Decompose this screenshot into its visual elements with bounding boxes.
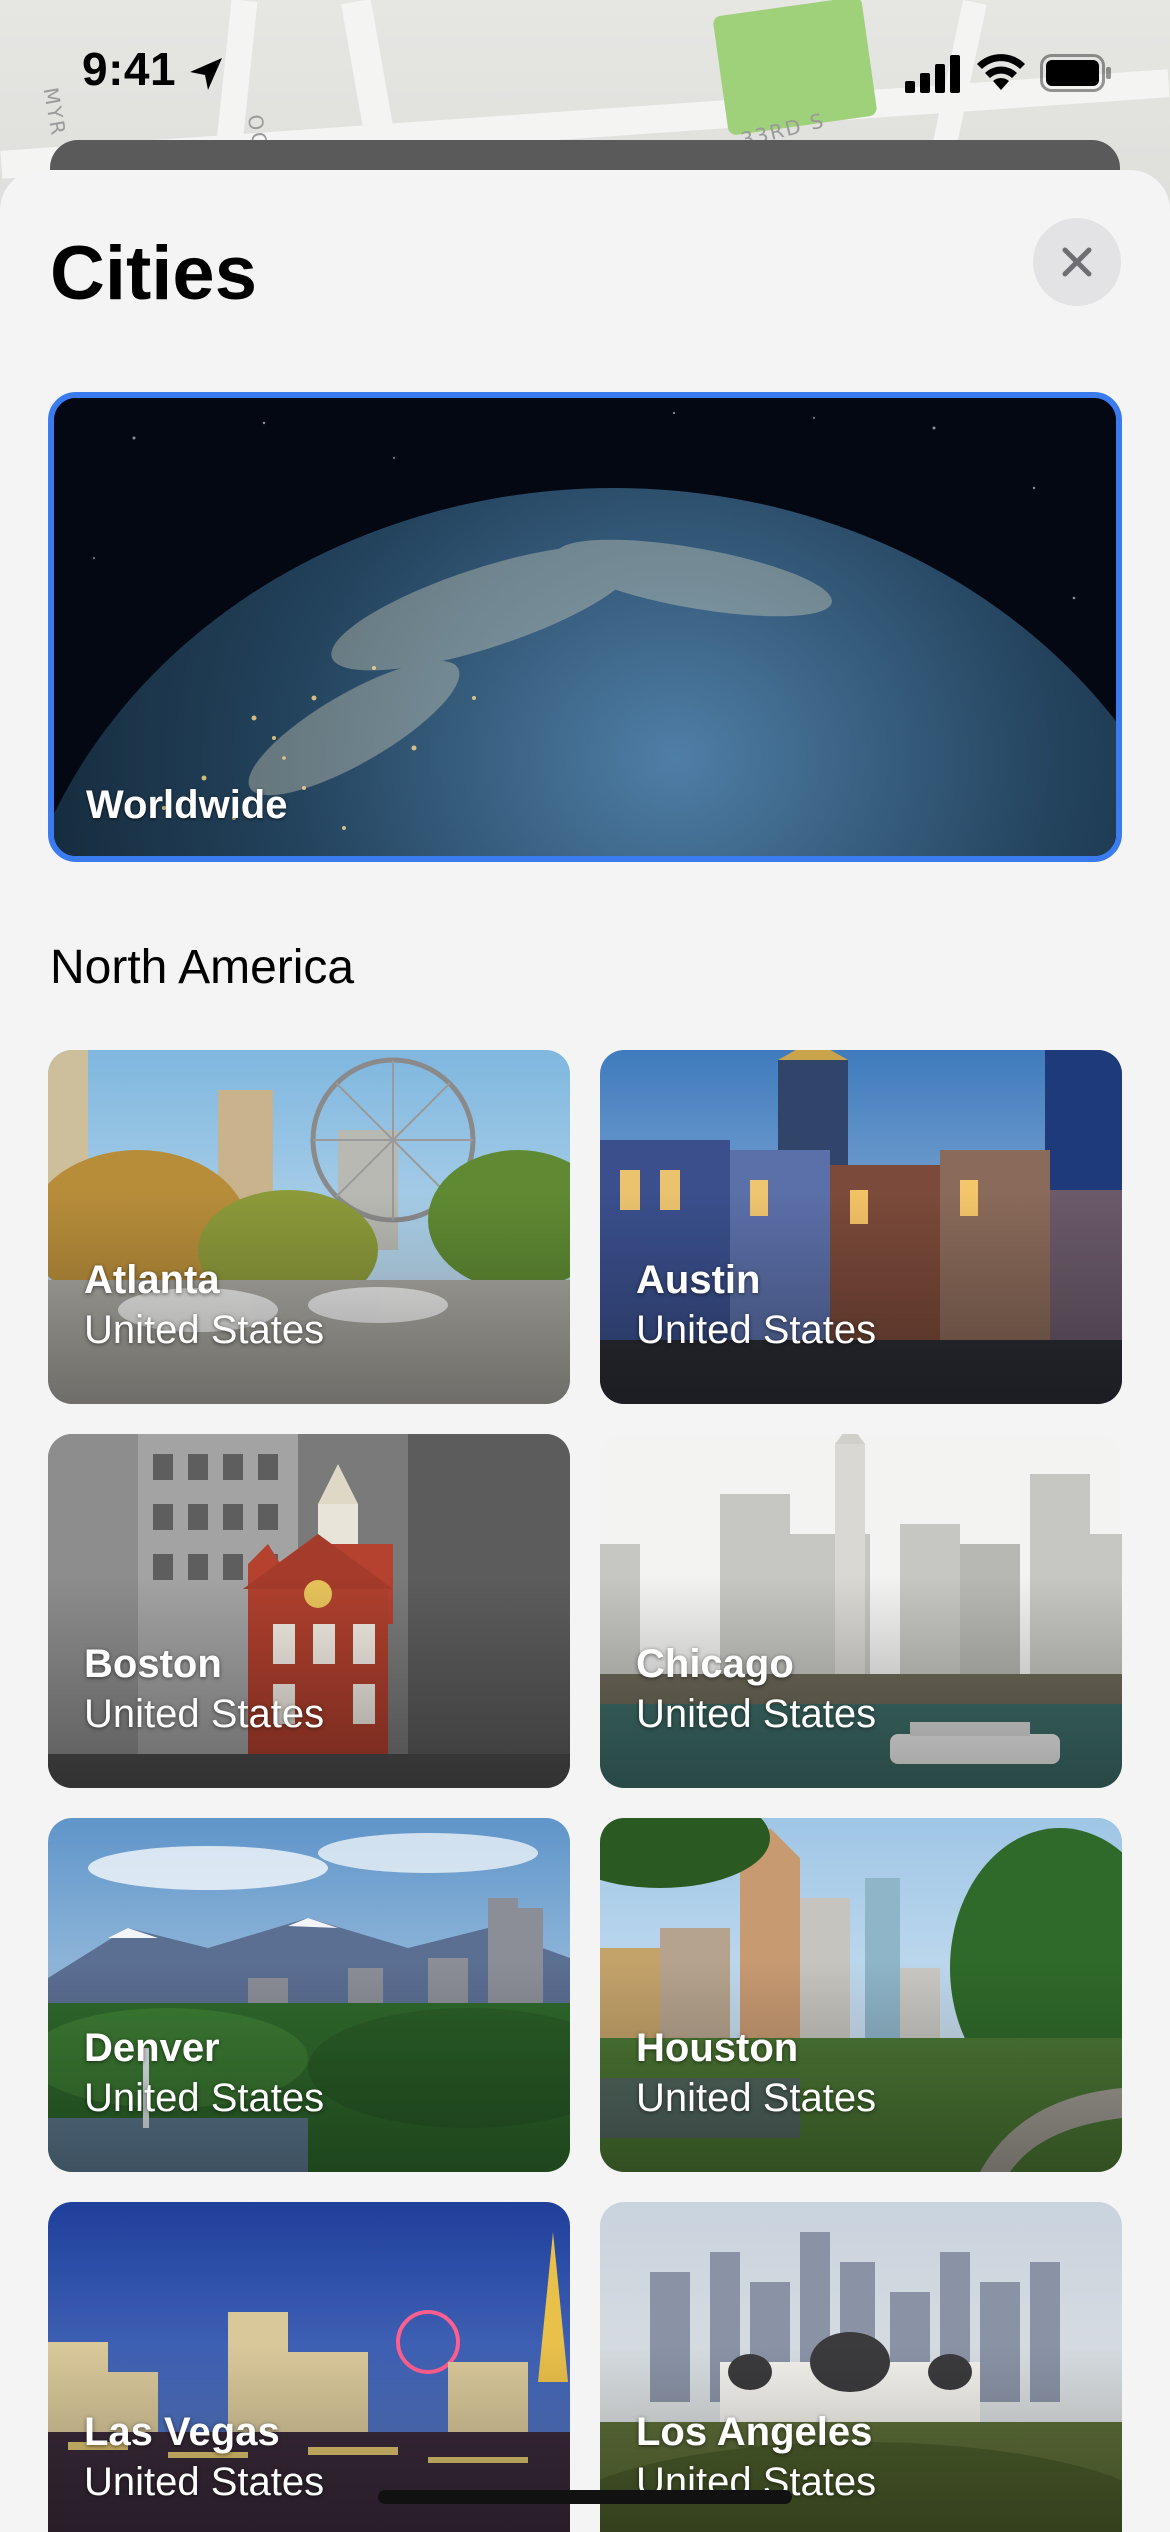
city-name: Houston: [636, 2026, 799, 2070]
city-tile-denver[interactable]: Denver United States: [48, 1818, 570, 2172]
section-title-north-america: North America: [50, 941, 355, 994]
location-arrow-icon: [190, 58, 222, 90]
close-icon: [1062, 247, 1092, 277]
city-tile-houston[interactable]: Houston United States: [600, 1818, 1122, 2172]
city-tile-boston[interactable]: Boston United States: [48, 1434, 570, 1788]
city-country: United States: [636, 2076, 877, 2120]
status-time: 9:41: [82, 43, 177, 95]
cellular-signal-icon: [905, 55, 960, 93]
city-tile-austin[interactable]: Austin United States: [600, 1050, 1122, 1404]
city-country: United States: [636, 1308, 877, 1352]
city-country: United States: [84, 1308, 325, 1352]
city-tile-las-vegas[interactable]: Las Vegas United States: [48, 2202, 570, 2532]
worldwide-label: Worldwide: [86, 783, 288, 827]
close-button[interactable]: [1033, 218, 1121, 306]
city-tile-atlanta[interactable]: Atlanta United States: [48, 1050, 570, 1404]
city-name: Chicago: [636, 1642, 794, 1686]
city-country: United States: [84, 2460, 325, 2504]
cities-sheet: Cities Worldwide North America Atlanta U…: [0, 170, 1170, 2532]
sheet-title: Cities: [50, 231, 257, 316]
wifi-icon: [977, 54, 1025, 90]
city-name: Los Angeles: [636, 2410, 873, 2454]
worldwide-card[interactable]: Worldwide: [48, 392, 1122, 862]
city-name: Las Vegas: [84, 2410, 280, 2454]
status-bar: 9:41: [0, 0, 1170, 150]
city-name: Denver: [84, 2026, 220, 2070]
home-indicator[interactable]: [378, 2490, 792, 2504]
city-country: United States: [636, 1692, 877, 1736]
city-tile-los-angeles[interactable]: Los Angeles United States: [600, 2202, 1122, 2532]
city-tile-chicago[interactable]: Chicago United States: [600, 1434, 1122, 1788]
city-name: Atlanta: [84, 1258, 220, 1302]
city-country: United States: [84, 1692, 325, 1736]
battery-icon: [1040, 54, 1111, 92]
city-country: United States: [84, 2076, 325, 2120]
city-name: Austin: [636, 1258, 761, 1302]
city-name: Boston: [84, 1642, 222, 1686]
